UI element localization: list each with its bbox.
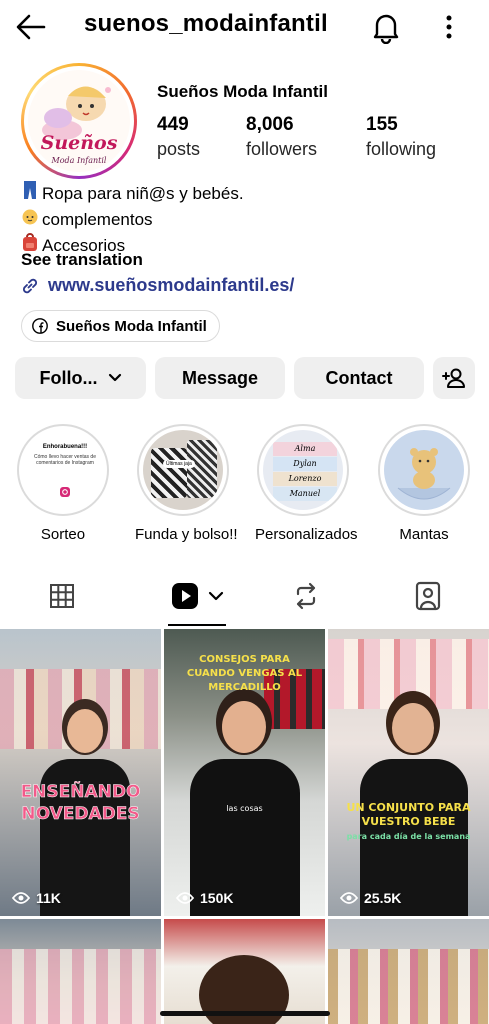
tab-reels[interactable] <box>160 567 234 625</box>
chevron-down-icon <box>108 373 121 382</box>
bio-line: complementos <box>20 207 244 232</box>
avatar-brand-subtext: Moda Infantil <box>51 156 107 165</box>
link-icon <box>22 278 38 293</box>
highlight-mantas[interactable]: Mantas <box>376 424 472 543</box>
message-button[interactable]: Message <box>155 357 285 399</box>
reel-caption: las cosas <box>226 804 263 813</box>
following-button[interactable]: Follo... <box>15 357 146 399</box>
jeans-icon <box>20 180 40 207</box>
reel-overlay-text: ENSEÑANDO NOVEDADES <box>20 782 141 825</box>
back-arrow-icon <box>16 14 46 40</box>
add-person-icon <box>442 368 465 388</box>
followers-count[interactable]: 8,006 followers <box>246 114 317 160</box>
highlight-funda-y-bolso[interactable]: Últimas jaja Funda y bolso!! <box>135 424 238 543</box>
instagram-icon <box>60 487 70 497</box>
tab-reposts[interactable] <box>276 567 336 625</box>
eye-icon <box>176 892 194 904</box>
tagged-icon <box>415 581 441 611</box>
home-indicator[interactable] <box>160 1011 330 1016</box>
avatar-image: Sueños Moda Infantil <box>28 70 130 172</box>
profile-bio: Ropa para niñ@s y bebés. complementos Ac… <box>20 180 244 259</box>
contact-button[interactable]: Contact <box>294 357 424 399</box>
profile-display-name: Sueños Moda Infantil <box>157 82 328 101</box>
reel-caption: para cada día de la semana <box>346 832 471 841</box>
more-vertical-icon <box>446 15 452 39</box>
baby-icon <box>20 207 40 232</box>
reel-thumbnail[interactable] <box>164 919 325 1024</box>
active-tab-indicator <box>168 624 226 626</box>
reel-thumbnail[interactable]: UN CONJUNTO PARA VUESTRO BEBE para cada … <box>328 629 489 916</box>
reel-views: 11K <box>12 890 61 906</box>
profile-avatar[interactable]: Sueños Moda Infantil <box>21 63 137 179</box>
facebook-chip-label: Sueños Moda Infantil <box>56 317 207 335</box>
chevron-down-icon <box>208 591 224 601</box>
reels-icon <box>172 583 198 609</box>
reel-thumbnail[interactable]: ENSEÑANDO NOVEDADES 11K <box>0 629 161 916</box>
highlight-cover: Enhorabuena!!! Cómo llevo hacer ventas d… <box>23 430 103 510</box>
bell-icon <box>373 14 399 45</box>
reel-overlay-text: UN CONJUNTO PARA VUESTRO BEBE <box>346 801 471 828</box>
reel-views: 25.5K <box>340 890 401 906</box>
teddy-bear-icon <box>397 448 451 500</box>
bio-line: Ropa para niñ@s y bebés. <box>20 180 244 207</box>
repost-icon <box>296 582 316 610</box>
eye-icon <box>340 892 358 904</box>
profile-tabs <box>0 567 489 627</box>
see-translation-link[interactable]: See translation <box>21 250 143 270</box>
profile-username: suenos_modainfantil <box>84 10 328 37</box>
avatar-brand-text: Sueños <box>40 132 118 154</box>
website-link[interactable]: www.sueñosmodainfantil.es/ <box>20 275 294 296</box>
highlight-personalizados[interactable]: Alma Dylan Lorenzo Manuel Personalizados <box>255 424 358 543</box>
highlight-cover <box>384 430 464 510</box>
back-button[interactable] <box>14 10 48 44</box>
following-count[interactable]: 155 following <box>366 114 436 160</box>
eye-icon <box>12 892 30 904</box>
website-url: www.sueñosmodainfantil.es/ <box>48 275 295 295</box>
reel-thumbnail[interactable] <box>0 919 161 1024</box>
posts-count: 449 posts <box>157 114 201 159</box>
facebook-link-chip[interactable]: Sueños Moda Infantil <box>21 310 220 342</box>
reel-overlay-text: CONSEJOS PARA CUANDO VENGAS AL MERCADILL… <box>186 654 303 693</box>
highlight-cover: Alma Dylan Lorenzo Manuel <box>263 430 343 510</box>
top-bar: suenos_modainfantil <box>0 0 489 54</box>
reel-views: 150K <box>176 890 233 906</box>
tab-grid[interactable] <box>32 567 92 625</box>
suggested-users-button[interactable] <box>433 357 475 399</box>
reel-thumbnail[interactable] <box>328 919 489 1024</box>
notifications-button[interactable] <box>370 10 402 45</box>
tab-tagged[interactable] <box>398 567 458 625</box>
highlight-sorteo[interactable]: Enhorabuena!!! Cómo llevo hacer ventas d… <box>15 424 111 543</box>
reel-thumbnail[interactable]: CONSEJOS PARA CUANDO VENGAS AL MERCADILL… <box>164 629 325 916</box>
facebook-icon <box>32 318 48 334</box>
highlight-cover: Últimas jaja <box>143 430 223 510</box>
grid-icon <box>50 584 74 608</box>
more-options-button[interactable] <box>438 11 460 43</box>
